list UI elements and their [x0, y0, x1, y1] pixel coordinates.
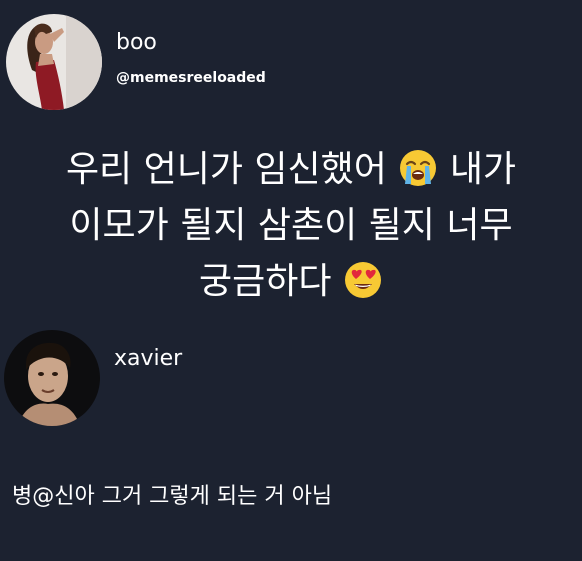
post-text: 우리 언니가 임신했어 내가 이모가 될지 삼촌이 될지 너무 궁금하다 [0, 142, 582, 310]
post-text-segment: 우리 언니가 임신했어 [65, 149, 387, 190]
post-text-line-1: 우리 언니가 임신했어 내가 [0, 142, 582, 198]
heart-eyes-face-icon [344, 262, 381, 298]
user-handle[interactable]: @memesreeloaded [116, 70, 266, 86]
loudly-crying-face-icon [400, 150, 437, 186]
profile-photo-icon [6, 14, 102, 110]
post-text-segment: 궁금하다 [199, 261, 332, 302]
reply-avatar[interactable] [4, 330, 100, 426]
avatar[interactable] [6, 14, 102, 110]
post-text-line-3: 궁금하다 [0, 254, 582, 310]
username[interactable]: boo [116, 30, 157, 55]
reply-text: 병@신아 그거 그렇게 되는 거 아님 [12, 484, 333, 509]
reply-username[interactable]: xavier [114, 346, 182, 371]
profile-photo-icon [4, 330, 100, 426]
post-text-line-2: 이모가 될지 삼촌이 될지 너무 [69, 205, 513, 246]
post-text-segment: 내가 [449, 149, 517, 190]
